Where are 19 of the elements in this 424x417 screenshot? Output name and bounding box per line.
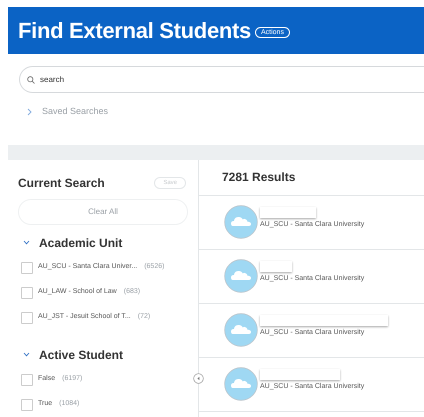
cloud-avatar-icon: [224, 313, 258, 347]
facet-toggle[interactable]: Active Student: [23, 346, 124, 364]
page-title: Find External Students: [18, 17, 251, 45]
collapse-handle-icon[interactable]: [193, 372, 204, 384]
redaction-bar: [260, 207, 316, 218]
checkbox[interactable]: [21, 374, 33, 386]
checkbox[interactable]: [21, 398, 33, 410]
cloud-avatar-icon: [224, 259, 258, 293]
search-field[interactable]: search: [19, 66, 424, 93]
checkbox[interactable]: [21, 262, 33, 274]
redaction-bar: [260, 261, 292, 272]
panel-heading: Current Search: [18, 174, 105, 192]
search-icon: [27, 76, 35, 84]
checkbox[interactable]: [21, 286, 33, 298]
facet-toggle[interactable]: Academic Unit: [23, 234, 122, 252]
checkbox[interactable]: [21, 312, 33, 324]
cloud-avatar-icon: [224, 205, 258, 239]
cloud-avatar-icon: [224, 367, 258, 401]
results-count: 7281 Results: [222, 169, 296, 186]
